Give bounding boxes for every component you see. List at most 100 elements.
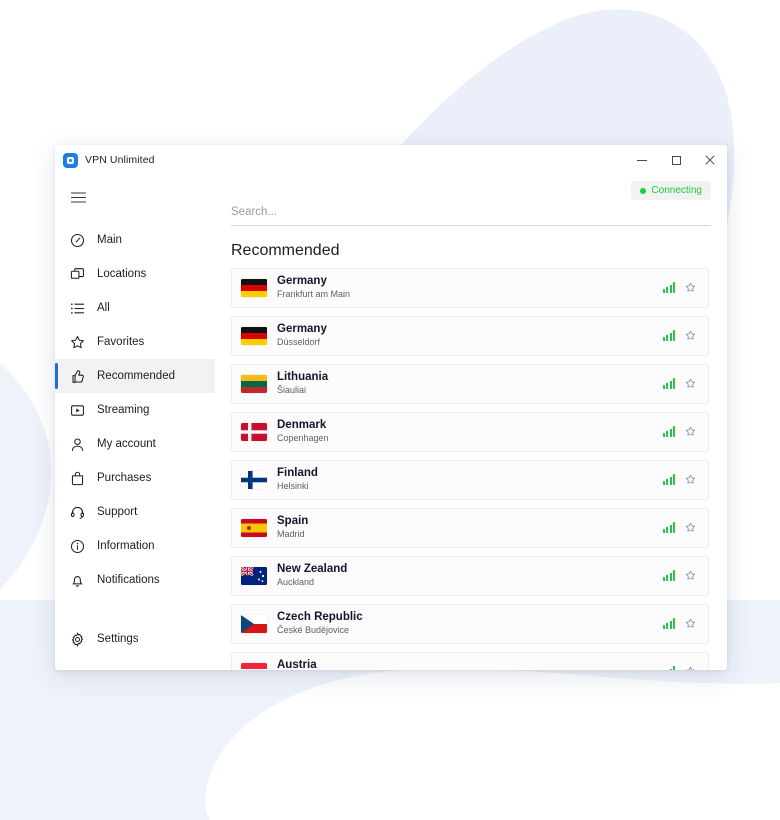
sidebar-item-label: Streaming bbox=[97, 404, 150, 416]
headset-icon bbox=[69, 504, 86, 521]
sidebar-item-main[interactable]: Main bbox=[55, 223, 215, 257]
row-icons bbox=[662, 618, 697, 629]
signal-strength-icon bbox=[662, 426, 675, 437]
sidebar-item-label: Purchases bbox=[97, 472, 152, 484]
sidebar-item-locations[interactable]: Locations bbox=[55, 257, 215, 291]
server-text: Spain Madrid bbox=[277, 514, 663, 540]
bag-icon bbox=[69, 470, 86, 487]
star-outline-icon[interactable] bbox=[685, 282, 696, 293]
row-icons bbox=[662, 474, 697, 485]
table-row[interactable]: Spain Madrid bbox=[231, 507, 709, 548]
table-row[interactable]: Germany Frankfurt am Main bbox=[231, 267, 709, 308]
app-window: VPN Unlimited Main Locations All Favorit… bbox=[55, 145, 727, 670]
server-text: Germany Frankfurt am Main bbox=[277, 274, 663, 300]
sidebar-nav: Main Locations All Favorites Recommended… bbox=[55, 223, 215, 597]
flag-icon-fi bbox=[241, 470, 267, 489]
country-name: Austria bbox=[277, 659, 317, 670]
city-name: České Budějovice bbox=[277, 624, 350, 635]
country-name: Spain bbox=[277, 515, 309, 528]
gear-icon bbox=[69, 631, 86, 648]
status-dot-icon bbox=[640, 187, 647, 194]
sidebar-item-label: Locations bbox=[97, 268, 147, 280]
signal-strength-icon bbox=[663, 666, 675, 670]
hamburger-icon[interactable] bbox=[55, 181, 215, 213]
window-controls bbox=[625, 145, 727, 175]
city-name: Helsinki bbox=[277, 480, 309, 491]
close-button[interactable] bbox=[693, 145, 727, 175]
table-row[interactable]: Denmark Copenhagen bbox=[231, 411, 709, 452]
maximize-button[interactable] bbox=[659, 145, 693, 175]
star-outline-icon[interactable] bbox=[685, 330, 696, 341]
table-row[interactable]: Czech Republic České Budějovice bbox=[231, 603, 709, 644]
star-outline-icon[interactable] bbox=[685, 426, 696, 437]
server-text: Lithuania Šiauliai bbox=[277, 370, 663, 396]
signal-strength-icon bbox=[662, 570, 675, 581]
sidebar-item-information[interactable]: Information bbox=[55, 529, 215, 563]
sidebar-item-label: My account bbox=[97, 438, 156, 450]
server-text: New Zealand Auckland bbox=[277, 562, 663, 588]
sidebar-item-recommended[interactable]: Recommended bbox=[55, 359, 215, 393]
sidebar-item-all[interactable]: All bbox=[55, 291, 215, 325]
table-row[interactable]: Germany Düsseldorf bbox=[231, 315, 709, 356]
server-text: Czech Republic České Budějovice bbox=[277, 610, 663, 636]
flag-icon-lt bbox=[241, 374, 267, 393]
flag-icon-cz bbox=[241, 614, 267, 633]
star-outline-icon[interactable] bbox=[685, 570, 696, 581]
minimize-button[interactable] bbox=[625, 145, 659, 175]
city-name: Madrid bbox=[277, 528, 305, 539]
sidebar-item-label: Main bbox=[97, 234, 122, 246]
country-name: Denmark bbox=[277, 419, 327, 432]
app-title: VPN Unlimited bbox=[85, 154, 155, 166]
signal-strength-icon bbox=[662, 378, 675, 389]
table-row[interactable]: Finland Helsinki bbox=[231, 459, 709, 500]
row-icons bbox=[662, 378, 697, 389]
star-outline-icon[interactable] bbox=[685, 618, 696, 629]
star-icon bbox=[69, 334, 86, 351]
flag-icon-nz bbox=[241, 566, 267, 585]
sidebar-item-streaming[interactable]: Streaming bbox=[55, 393, 215, 427]
title-bar: VPN Unlimited bbox=[55, 145, 727, 175]
star-outline-icon[interactable] bbox=[685, 522, 696, 533]
server-text: AustriaVienna bbox=[277, 658, 663, 670]
sidebar-bottom-nav: Settings bbox=[55, 622, 215, 670]
sidebar-item-notifications[interactable]: Notifications bbox=[55, 563, 215, 597]
sidebar-item-purchases[interactable]: Purchases bbox=[55, 461, 215, 495]
country-name: Czech Republic bbox=[277, 611, 363, 624]
flag-icon-de bbox=[241, 326, 267, 345]
flag-icon-dk bbox=[241, 422, 267, 441]
table-row[interactable]: Lithuania Šiauliai bbox=[231, 363, 709, 404]
star-outline-icon[interactable] bbox=[685, 666, 696, 670]
content-area: Connecting Recommended GermanyFrankfurt … bbox=[215, 175, 727, 670]
star-outline-icon[interactable] bbox=[685, 378, 696, 389]
server-text: Finland Helsinki bbox=[277, 466, 663, 492]
server-list[interactable]: Germany Frankfurt am Main Germany Düsseldor… bbox=[231, 267, 711, 670]
row-icons bbox=[662, 570, 697, 581]
country-name: Lithuania bbox=[277, 371, 329, 384]
list-icon bbox=[69, 300, 86, 317]
city-name: Düsseldorf bbox=[277, 336, 321, 347]
info-circle-icon bbox=[69, 538, 86, 555]
status-badge[interactable]: Connecting bbox=[631, 181, 711, 200]
country-name: Germany bbox=[277, 275, 327, 288]
server-text: Denmark Copenhagen bbox=[277, 418, 663, 444]
play-box-icon bbox=[69, 402, 86, 419]
user-icon bbox=[69, 436, 86, 453]
row-icons bbox=[662, 330, 697, 341]
table-row[interactable]: AustriaVienna bbox=[231, 651, 709, 670]
row-icons bbox=[662, 426, 697, 437]
flag-icon-at bbox=[241, 662, 267, 670]
bell-icon bbox=[69, 572, 86, 589]
sidebar-item-my-account[interactable]: My account bbox=[55, 427, 215, 461]
sidebar-item-support[interactable]: Support bbox=[55, 495, 215, 529]
star-outline-icon[interactable] bbox=[685, 474, 696, 485]
signal-strength-icon bbox=[662, 282, 675, 293]
search-input[interactable] bbox=[231, 203, 711, 220]
status-badge-row: Connecting bbox=[219, 175, 711, 202]
signal-strength-icon bbox=[662, 618, 675, 629]
shield-logo-icon bbox=[63, 152, 78, 168]
sidebar-item-favorites[interactable]: Favorites bbox=[55, 325, 215, 359]
sidebar-item-settings[interactable]: Settings bbox=[55, 622, 215, 656]
table-row[interactable]: New Zealand Auckland bbox=[231, 555, 709, 596]
sidebar-item-label: Information bbox=[97, 540, 155, 552]
country-name: Germany bbox=[277, 323, 327, 336]
